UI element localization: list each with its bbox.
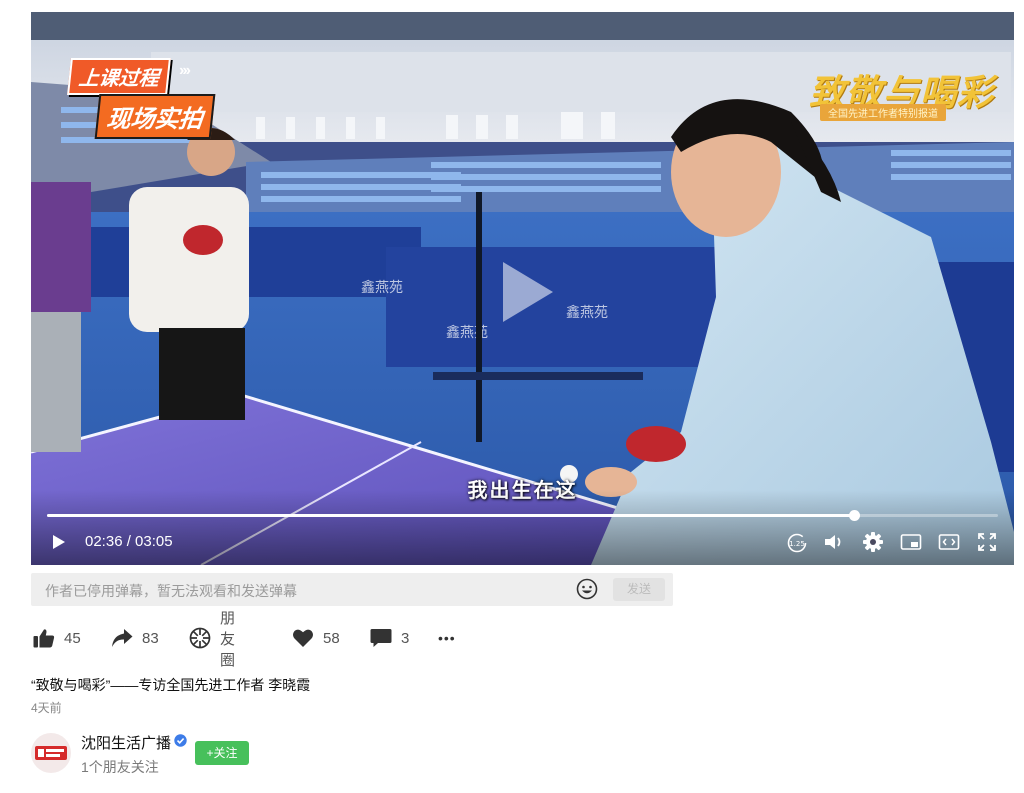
settings-icon[interactable] <box>861 530 885 554</box>
danmu-bar: 作者已停用弹幕，暂无法观看和发送弹幕 发送 <box>31 573 673 606</box>
widescreen-icon[interactable] <box>937 530 961 554</box>
favorite-button[interactable]: 58 <box>292 624 340 652</box>
progress-bar[interactable] <box>47 510 998 521</box>
send-button[interactable]: 发送 <box>613 578 665 601</box>
moments-button[interactable]: 朋友圈 <box>189 610 235 669</box>
fullscreen-icon[interactable] <box>975 530 999 554</box>
share-button[interactable]: 83 <box>111 624 159 652</box>
overlay-tag-live-shot: 现场实拍 <box>94 94 216 139</box>
danmu-disabled-notice: 作者已停用弹幕，暂无法观看和发送弹幕 <box>45 583 297 599</box>
author-name[interactable]: 沈阳生活广播 <box>81 732 171 753</box>
svg-text:1.25: 1.25 <box>789 540 805 548</box>
post-date: 4天前 <box>31 701 62 715</box>
moments-label: 朋友圈 <box>220 609 236 669</box>
like-count: 45 <box>64 629 81 647</box>
overlay-tag-class-process: 上课过程 <box>67 58 171 95</box>
comment-count: 3 <box>401 629 410 647</box>
player-controls: 02:36 / 03:05 1.25 <box>31 490 1014 565</box>
video-player[interactable]: 鑫燕苑鑫燕苑 鑫燕苑鑫燕苑 上课过程 ››› 现场实拍 致敬与喝彩 全国先进工作… <box>31 12 1014 565</box>
favorite-count: 58 <box>323 629 340 647</box>
moments-icon <box>189 627 211 649</box>
more-icon: ••• <box>438 630 456 646</box>
post-title: “致敬与喝彩”——专访全国先进工作者 李晓霞 <box>31 677 311 693</box>
progress-fill <box>47 514 855 517</box>
more-button[interactable]: ••• <box>438 624 456 652</box>
verified-icon <box>174 734 187 747</box>
progress-knob[interactable] <box>849 510 861 521</box>
comment-button[interactable]: 3 <box>370 624 409 652</box>
play-icon[interactable] <box>47 530 71 554</box>
svg-text:鑫燕苑: 鑫燕苑 <box>361 279 403 296</box>
heart-icon <box>292 628 314 648</box>
like-button[interactable]: 45 <box>33 624 81 652</box>
pip-icon[interactable] <box>899 530 923 554</box>
speed-icon[interactable]: 1.25 <box>785 530 809 554</box>
follow-button[interactable]: +关注 <box>195 741 249 765</box>
share-count: 83 <box>142 629 159 647</box>
share-arrow-icon <box>111 628 133 648</box>
volume-icon[interactable] <box>822 530 846 554</box>
thumbs-up-icon <box>33 628 55 648</box>
friends-following: 1个朋友关注 <box>81 759 159 775</box>
brand-watermark-subtitle: 全国先进工作者特别报道 <box>820 104 946 121</box>
comment-icon <box>370 628 392 648</box>
svg-text:鑫燕苑: 鑫燕苑 <box>566 304 608 321</box>
playback-time: 02:36 / 03:05 <box>85 533 173 550</box>
big-play-icon[interactable] <box>491 257 561 327</box>
emoji-icon[interactable] <box>576 578 598 600</box>
overlay-arrows: ››› <box>179 62 191 79</box>
avatar[interactable] <box>31 733 71 773</box>
